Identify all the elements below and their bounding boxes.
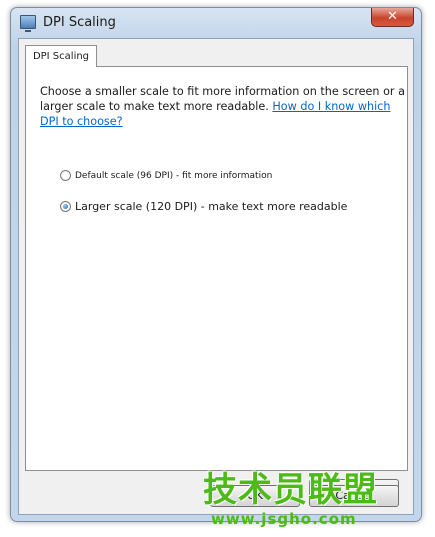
tab-page: Choose a smaller scale to fit more infor… xyxy=(25,66,410,501)
option-default-scale[interactable]: Default scale (96 DPI) - fit more inform… xyxy=(60,170,272,181)
window-title: DPI Scaling xyxy=(43,15,116,30)
monitor-icon xyxy=(20,15,36,32)
option-larger-label: Larger scale (120 DPI) - make text more … xyxy=(75,200,348,213)
option-default-label: Default scale (96 DPI) - fit more inform… xyxy=(75,170,273,181)
option-larger-scale[interactable]: Larger scale (120 DPI) - make text more … xyxy=(60,200,347,213)
dpi-scaling-dialog: DPI Scaling ✕ DPI Scaling Choose a small… xyxy=(10,7,422,522)
dialog-body: DPI Scaling Choose a smaller scale to fi… xyxy=(18,38,414,515)
ok-button[interactable]: OK xyxy=(210,485,300,507)
description: Choose a smaller scale to fit more infor… xyxy=(40,84,410,129)
radio-larger-scale[interactable] xyxy=(60,201,71,212)
title-bar[interactable]: DPI Scaling ✕ xyxy=(11,8,421,38)
tab-dpi-scaling[interactable]: DPI Scaling xyxy=(25,45,97,67)
cancel-button[interactable]: Cancel xyxy=(309,485,399,507)
radio-default-scale[interactable] xyxy=(60,170,71,181)
close-button[interactable]: ✕ xyxy=(371,8,414,27)
